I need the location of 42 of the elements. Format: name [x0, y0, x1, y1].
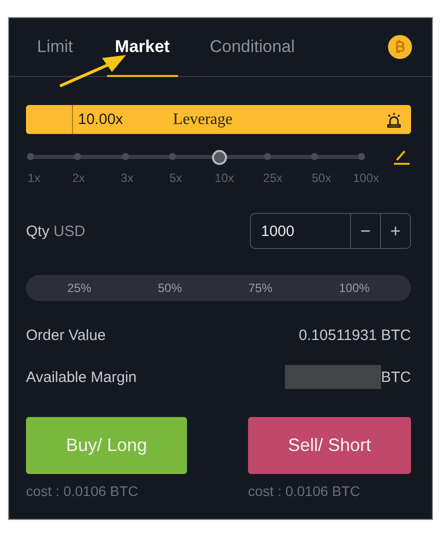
margin-unit: BTC — [381, 368, 411, 386]
leverage-slider[interactable] — [26, 150, 366, 164]
percent-option[interactable]: 50% — [158, 281, 182, 295]
leverage-tick: 50x — [312, 171, 332, 185]
slider-step-dot[interactable] — [358, 152, 366, 160]
percent-option[interactable]: 75% — [248, 281, 272, 295]
leverage-tick: 3x — [120, 171, 134, 185]
order-type-tab[interactable]: Limit — [29, 18, 81, 77]
leverage-tick: 2x — [72, 171, 85, 185]
alarm-icon[interactable] — [387, 112, 401, 128]
qty-label: Qty USD — [26, 222, 86, 240]
slider-step-dot[interactable] — [122, 152, 129, 160]
order-value-label: Order Value — [26, 326, 106, 344]
sell-button[interactable]: Sell/ Short — [248, 417, 411, 474]
slider-step-dot[interactable] — [311, 152, 318, 160]
decrease-button[interactable]: − — [350, 214, 380, 248]
leverage-tick: 10x — [214, 171, 234, 185]
annotation-arrow — [58, 52, 128, 88]
cost-text: cost : 0.0106 BTC — [26, 483, 140, 499]
bitcoin-icon[interactable] — [388, 35, 412, 59]
cost-text: cost : 0.0106 BTC — [248, 483, 362, 499]
leverage-tick: 5x — [169, 171, 182, 185]
leverage-bar[interactable]: 10.00x Leverage — [26, 105, 411, 134]
slider-step-dot[interactable] — [264, 152, 271, 160]
leverage-value: 10.00x — [78, 111, 124, 128]
order-type-tab[interactable]: Conditional — [202, 18, 303, 77]
available-margin-label: Available Margin — [26, 368, 137, 386]
qty-stepper[interactable]: 1000 − + — [250, 213, 411, 249]
increase-button[interactable]: + — [380, 214, 410, 248]
pencil-icon[interactable] — [393, 149, 411, 165]
qty-input[interactable]: 1000 — [251, 214, 350, 248]
slider-step-dot[interactable] — [74, 152, 82, 160]
leverage-tick: 25x — [263, 171, 283, 185]
slider-step-dot[interactable] — [27, 152, 34, 160]
percent-option[interactable]: 100% — [339, 281, 370, 295]
leverage-label: Leverage — [173, 110, 234, 128]
order-value: 0.10511931 BTC — [298, 326, 411, 344]
slider-thumb[interactable] — [212, 150, 228, 164]
percent-option[interactable]: 25% — [67, 281, 92, 295]
leverage-tick: 100x — [352, 171, 380, 185]
leverage-tick: 1x — [28, 171, 40, 185]
slider-step-dot[interactable] — [169, 152, 176, 160]
